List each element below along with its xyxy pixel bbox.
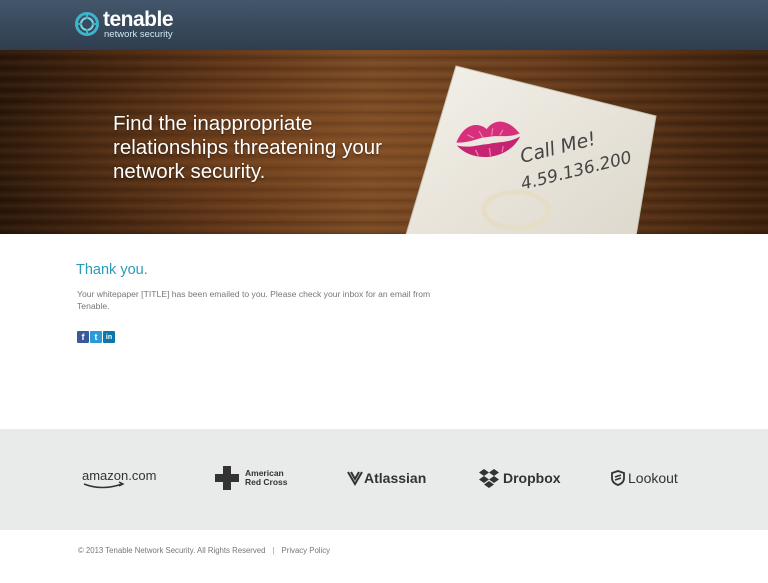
- dropbox-icon: [479, 469, 499, 488]
- copyright-text: © 2013 Tenable Network Security. All Rig…: [78, 546, 266, 555]
- napkin-image: Call Me! 4.59.136.200: [405, 65, 657, 234]
- facebook-icon: f: [81, 332, 85, 342]
- twitter-share-button[interactable]: t: [90, 331, 102, 343]
- hero-headline: Find the inappropriate relationships thr…: [113, 112, 382, 183]
- dropbox-logo: Dropbox: [478, 464, 561, 492]
- atlassian-icon: [347, 471, 363, 486]
- dropbox-logo-text: Dropbox: [503, 470, 561, 486]
- logo-tagline: network security: [104, 29, 173, 40]
- social-share-bar: f t in: [77, 331, 115, 343]
- main-content: Thank you. Your whitepaper [TITLE] has b…: [76, 262, 436, 343]
- lookout-shield-icon: [611, 470, 625, 486]
- red-cross-icon: [215, 466, 239, 490]
- lookout-logo: Lookout: [611, 464, 678, 492]
- tenable-logo-icon: [75, 12, 99, 36]
- confirmation-message: Your whitepaper [TITLE] has been emailed…: [77, 289, 431, 311]
- amazon-logo: amazon.com: [82, 464, 158, 492]
- atlassian-logo: Atlassian: [347, 464, 426, 492]
- atlassian-logo-text: Atlassian: [364, 470, 427, 486]
- linkedin-icon: in: [105, 333, 113, 341]
- lookout-logo-text: Lookout: [628, 470, 678, 486]
- partner-logos: amazon.com American Red Cross Atlassian …: [0, 429, 768, 530]
- site-header: tenable network security: [0, 0, 768, 50]
- amazon-logo-icon: amazon.com: [82, 468, 156, 489]
- red-cross-line2: Red Cross: [245, 477, 288, 487]
- page-title: Thank you.: [76, 262, 148, 278]
- hero-banner: Find the inappropriate relationships thr…: [0, 50, 768, 234]
- footer-separator: |: [272, 546, 275, 555]
- amazon-logo-text: amazon.com: [82, 468, 156, 483]
- twitter-icon: t: [94, 332, 98, 342]
- facebook-share-button[interactable]: f: [77, 331, 89, 343]
- red-cross-logo: American Red Cross: [214, 464, 288, 492]
- site-footer: © 2013 Tenable Network Security. All Rig…: [78, 546, 330, 555]
- linkedin-share-button[interactable]: in: [103, 331, 115, 343]
- privacy-policy-link[interactable]: Privacy Policy: [282, 546, 331, 555]
